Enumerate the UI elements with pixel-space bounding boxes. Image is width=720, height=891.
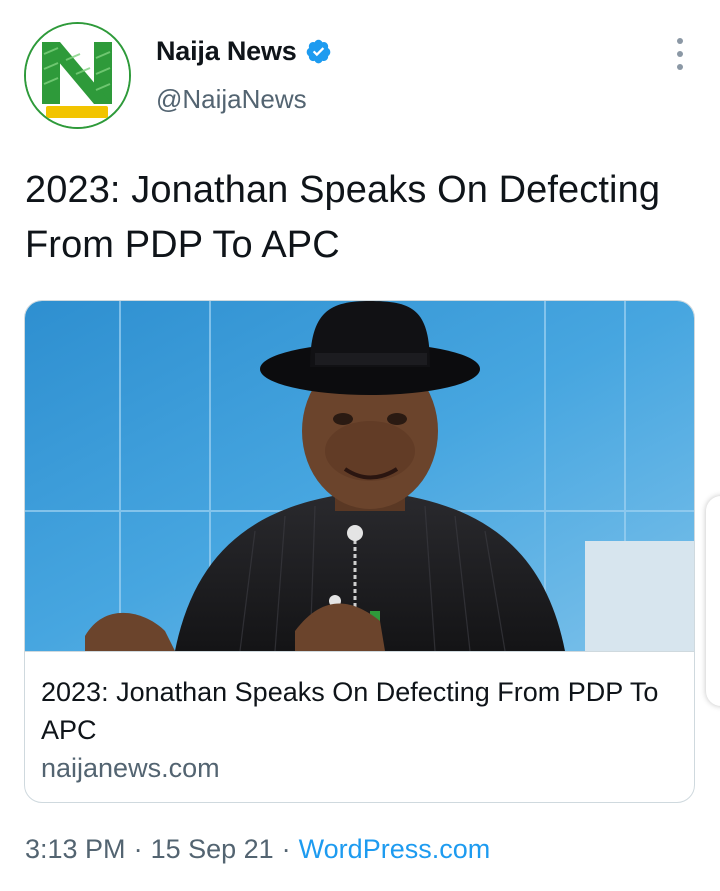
meta-separator: · <box>281 834 291 864</box>
verified-badge-icon <box>305 38 332 65</box>
link-card[interactable]: 2023: Jonathan Speaks On Defecting From … <box>24 300 695 803</box>
more-vertical-icon[interactable] <box>668 38 692 70</box>
tweet[interactable]: Naija News @NaijaNews 2023: Jonathan Spe… <box>0 0 720 891</box>
meta-separator: · <box>133 834 143 864</box>
author-name-row[interactable]: Naija News <box>156 34 332 68</box>
card-divider <box>25 651 694 652</box>
dot <box>677 51 683 57</box>
card-domain[interactable]: naijanews.com <box>41 753 220 784</box>
naija-news-logo-icon <box>26 24 129 127</box>
tweet-time[interactable]: 3:13 PM <box>25 834 126 865</box>
dot <box>677 64 683 70</box>
tweet-date[interactable]: 15 Sep 21 <box>151 834 274 865</box>
dot <box>677 38 683 44</box>
tweet-meta: 3:13 PM · 15 Sep 21 · WordPress.com <box>25 834 490 865</box>
avatar[interactable] <box>24 22 131 129</box>
author-name[interactable]: Naija News <box>156 36 297 67</box>
author-handle[interactable]: @NaijaNews <box>156 84 307 115</box>
tweet-text: 2023: Jonathan Speaks On Defecting From … <box>25 169 661 266</box>
card-image[interactable] <box>25 301 694 651</box>
card-title[interactable]: 2023: Jonathan Speaks On Defecting From … <box>41 673 691 749</box>
tweet-source-link[interactable]: WordPress.com <box>299 834 491 865</box>
edge-panel-handle[interactable] <box>706 496 720 706</box>
article-photo <box>25 301 694 651</box>
